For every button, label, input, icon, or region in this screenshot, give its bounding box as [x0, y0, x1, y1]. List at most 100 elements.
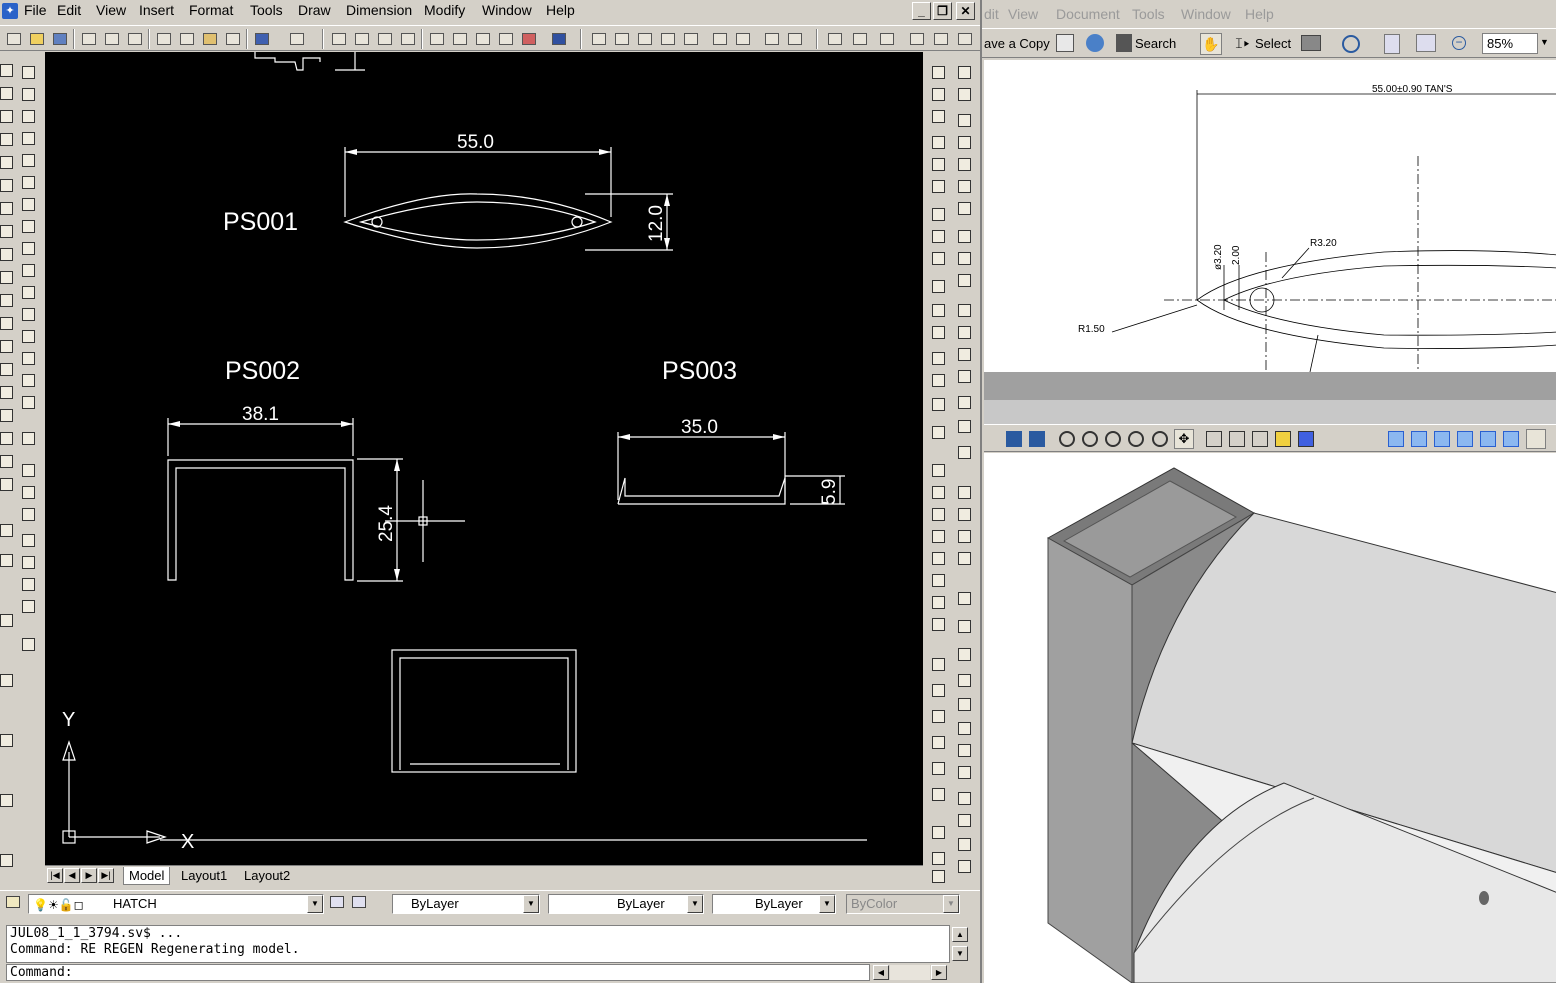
paste-icon[interactable]: [201, 30, 219, 48]
snap-endpoint-icon[interactable]: [956, 112, 974, 130]
layer-icon[interactable]: [20, 430, 38, 448]
zoom-extents-icon[interactable]: [786, 30, 804, 48]
render-2-icon[interactable]: [956, 590, 974, 608]
cube-shaded-icon[interactable]: [1275, 431, 1291, 447]
select-3d-2-icon[interactable]: [1029, 431, 1045, 447]
snap-node-icon[interactable]: [956, 368, 974, 386]
mirror-icon[interactable]: [20, 108, 38, 126]
snap-apparent-icon[interactable]: [956, 178, 974, 196]
zoom-previous-icon[interactable]: [399, 30, 417, 48]
edit-text-a-icon[interactable]: [930, 506, 948, 524]
pdf-menu-document[interactable]: Document: [1056, 6, 1120, 22]
dim-edit-icon[interactable]: [930, 350, 948, 368]
next-tab-button[interactable]: ▶: [81, 868, 97, 883]
jogged-dim-icon[interactable]: [930, 156, 948, 174]
hand-tool-icon[interactable]: ✋: [1200, 33, 1222, 55]
pencil-icon[interactable]: [20, 636, 38, 654]
plot-preview-icon[interactable]: [103, 30, 121, 48]
pdf-menu-help[interactable]: Help: [1245, 6, 1274, 22]
find-text-icon[interactable]: [930, 528, 948, 546]
solid-sphere-icon[interactable]: [0, 612, 16, 630]
center-mark-icon[interactable]: [930, 324, 948, 342]
fit-width-icon[interactable]: [1416, 34, 1436, 52]
menu-modify[interactable]: Modify: [422, 2, 467, 18]
lights-icon[interactable]: [956, 618, 974, 636]
tab-model[interactable]: Model: [123, 867, 171, 885]
construction-line-icon[interactable]: [0, 85, 16, 103]
drawing-canvas[interactable]: PS001 PS002 PS003 55.0 12.0 38.1 25.4 35…: [45, 52, 923, 865]
convert-text-icon[interactable]: [930, 616, 948, 634]
edit-block-icon[interactable]: [20, 598, 38, 616]
background-icon[interactable]: [956, 742, 974, 760]
select-tool-button[interactable]: Select: [1255, 36, 1291, 51]
rotate-icon[interactable]: [20, 196, 38, 214]
3d-sphere-icon[interactable]: [930, 760, 948, 778]
zoom-in-icon[interactable]: [1342, 35, 1360, 53]
gradient-icon[interactable]: [0, 407, 16, 425]
ucs-face-icon[interactable]: [908, 30, 926, 48]
copy-icon[interactable]: [178, 30, 196, 48]
ellipse-arc-icon[interactable]: [0, 292, 16, 310]
ucs-world-icon[interactable]: [851, 30, 869, 48]
undo-icon[interactable]: [253, 30, 271, 48]
linetype-dropdown[interactable]: ByLayer ▼: [548, 894, 704, 914]
materials-library-icon[interactable]: [956, 696, 974, 714]
text-style-icon[interactable]: [930, 550, 948, 568]
offset-icon[interactable]: [20, 130, 38, 148]
view-top-icon[interactable]: [1434, 431, 1450, 447]
prev-tab-button[interactable]: ◀: [64, 868, 80, 883]
first-tab-button[interactable]: |◀: [47, 868, 63, 883]
viewport-scale-icon[interactable]: [956, 550, 974, 568]
stretch-icon[interactable]: [20, 240, 38, 258]
cube-hidden-icon[interactable]: [1229, 431, 1245, 447]
render-preferences-icon[interactable]: [956, 858, 974, 876]
pdf-menu-window[interactable]: Window: [1181, 6, 1231, 22]
layer-previous-icon[interactable]: [352, 896, 370, 912]
zoom-in-icon[interactable]: [711, 30, 729, 48]
text-icon[interactable]: [0, 672, 16, 690]
match-properties-icon[interactable]: [224, 30, 242, 48]
rectangle-icon[interactable]: [0, 154, 16, 172]
scroll-right-icon[interactable]: ▶: [931, 965, 947, 980]
scroll-down-icon[interactable]: ▼: [952, 946, 968, 961]
table-icon[interactable]: [0, 453, 16, 471]
snap-perpendicular-icon[interactable]: [956, 302, 974, 320]
properties-icon[interactable]: [428, 30, 446, 48]
extend-icon[interactable]: [20, 284, 38, 302]
polygon-icon[interactable]: [0, 131, 16, 149]
fit-page-icon[interactable]: [1384, 34, 1400, 54]
minimize-button[interactable]: _: [912, 2, 931, 20]
mapping-icon[interactable]: [956, 720, 974, 738]
view-left-icon[interactable]: [1480, 431, 1496, 447]
solid-cylinder-icon[interactable]: [0, 732, 16, 750]
menu-insert[interactable]: Insert: [137, 2, 176, 18]
revision-cloud-icon[interactable]: [0, 223, 16, 241]
select-3d-icon[interactable]: [1006, 431, 1022, 447]
render-icon[interactable]: [0, 522, 16, 540]
viewport-poly-icon[interactable]: [956, 506, 974, 524]
make-block-icon[interactable]: [0, 338, 16, 356]
menu-edit[interactable]: Edit: [55, 2, 83, 18]
menu-file[interactable]: File: [22, 2, 49, 18]
ucs-view-icon[interactable]: [956, 30, 974, 48]
landscape-icon[interactable]: [956, 790, 974, 808]
tolerance-icon[interactable]: [930, 302, 948, 320]
mtext-icon[interactable]: [0, 476, 16, 494]
tab-layout2[interactable]: Layout2: [239, 867, 295, 885]
save-icon[interactable]: [51, 30, 69, 48]
3d-view-icon[interactable]: [930, 656, 948, 674]
region-icon[interactable]: [0, 430, 16, 448]
trim-icon[interactable]: [20, 262, 38, 280]
ucs-object-icon[interactable]: [932, 30, 950, 48]
zoom-all-icon[interactable]: [763, 30, 781, 48]
open-icon[interactable]: [28, 30, 46, 48]
snap-quadrant-icon[interactable]: [956, 250, 974, 268]
edit-text-icon[interactable]: [20, 462, 38, 480]
solid-cone-icon[interactable]: [0, 792, 16, 810]
design-center-icon[interactable]: [451, 30, 469, 48]
edit-spline-icon[interactable]: [20, 532, 38, 550]
radius-dim-icon[interactable]: [930, 134, 948, 152]
3d-model-viewport[interactable]: [984, 453, 1556, 983]
command-line-input[interactable]: Command:: [6, 964, 870, 981]
menu-view[interactable]: View: [94, 2, 128, 18]
